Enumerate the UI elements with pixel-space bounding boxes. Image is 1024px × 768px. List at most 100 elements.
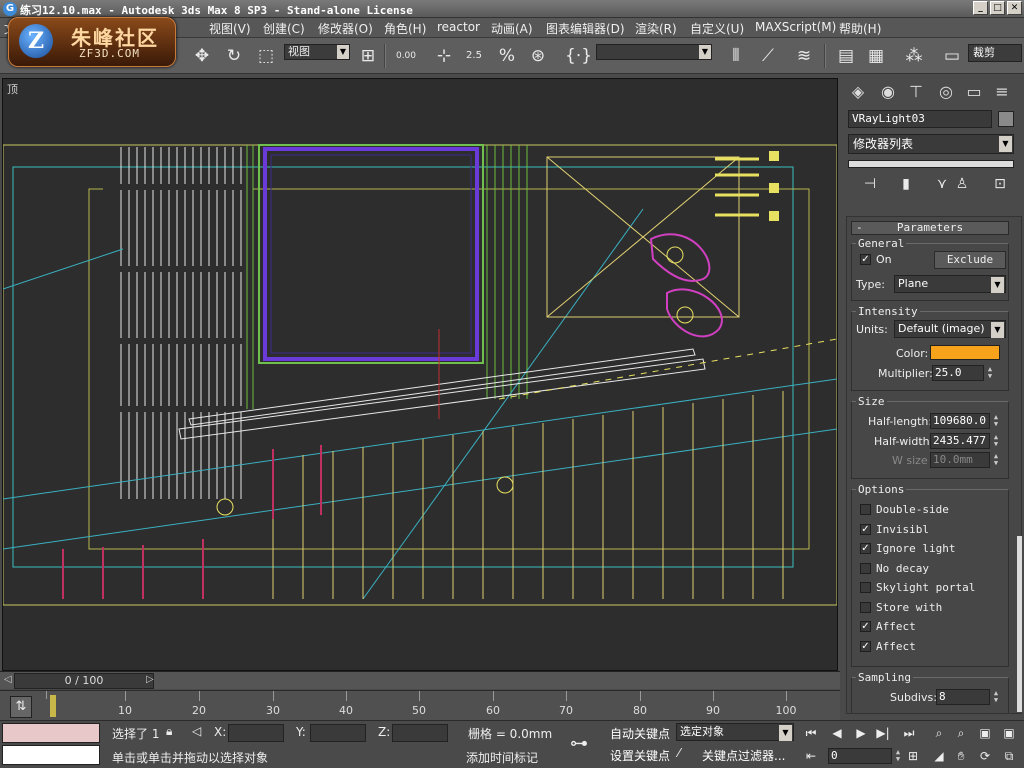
modify-tab-icon[interactable]: ◉	[876, 80, 900, 104]
utilities-tab-icon[interactable]: ≡	[990, 80, 1014, 104]
hierarchy-tab-icon[interactable]: ⊤	[904, 80, 928, 104]
set-key-icon[interactable]: ⊶	[570, 733, 588, 754]
time-slider[interactable]: 0 / 100	[14, 673, 154, 689]
render-type-dropdown[interactable]: 裁剪	[968, 44, 1022, 62]
double-side-checkbox[interactable]	[860, 504, 871, 515]
maximize-viewport-icon[interactable]: ⧉	[1000, 747, 1018, 765]
next-frame-button-icon[interactable]: ▶|	[874, 724, 892, 742]
minimize-button[interactable]: _	[973, 1, 988, 15]
maxscript-listener-white[interactable]	[2, 745, 100, 765]
named-selection-dropdown[interactable]: ▼	[596, 44, 712, 60]
menu-modifiers[interactable]: 修改器(O)	[318, 20, 373, 37]
object-name-field[interactable]: VRayLight03	[848, 110, 992, 128]
on-checkbox[interactable]: ✓	[860, 254, 871, 265]
spinner-snap-icon[interactable]: ⊛	[526, 44, 550, 68]
angle-snap-icon[interactable]: 2.5	[462, 44, 486, 68]
key-selection-dropdown[interactable]: 选定对象 ▼	[676, 723, 794, 741]
viewport-top[interactable]: 顶	[2, 78, 838, 671]
ignore-light-normals-checkbox[interactable]: ✓	[860, 543, 871, 554]
half-length-spinner[interactable]: 109680.0 ▲ ▼	[930, 413, 998, 429]
units-dropdown[interactable]: Default (image) ▼	[894, 320, 1006, 338]
x-coord-field[interactable]	[228, 724, 284, 742]
light-color-swatch[interactable]	[930, 345, 1000, 360]
percent-snap-icon[interactable]: %	[495, 44, 519, 68]
subdivs-spinner[interactable]: 8 ▲ ▼	[936, 689, 998, 705]
pin-stack-icon[interactable]: ⊣	[860, 174, 880, 194]
absolute-mode-icon[interactable]: ◁	[192, 724, 201, 738]
menu-create[interactable]: 创建(C)	[263, 20, 305, 37]
render-scene-icon[interactable]: ▭	[940, 44, 964, 68]
key-mode-toggle-icon[interactable]: ⇤	[802, 747, 820, 765]
set-key-button[interactable]: 设置关键点	[610, 747, 670, 764]
skylight-portal-checkbox[interactable]	[860, 582, 871, 593]
schematic-icon[interactable]: ▦	[864, 44, 888, 68]
maxscript-listener-pink[interactable]	[2, 723, 100, 743]
menu-reactor[interactable]: reactor	[437, 20, 480, 34]
pan-view-icon[interactable]: ✋︎	[952, 747, 970, 765]
material-editor-icon[interactable]: ⁂	[902, 44, 926, 68]
play-icon[interactable]: ▶	[852, 724, 870, 742]
track-bar[interactable]: ⇅ 10 20 30 40 50 60 70 80 90 100	[0, 690, 840, 720]
app-icon[interactable]: G	[3, 2, 17, 16]
prev-frame-icon[interactable]: ◁	[4, 674, 12, 685]
current-frame-field[interactable]: 0 ▲ ▼	[828, 748, 900, 764]
menu-character[interactable]: 角色(H)	[384, 20, 426, 37]
zoom-extents-icon[interactable]: ▣	[976, 724, 994, 742]
command-panel-scrollbar[interactable]	[1017, 536, 1022, 712]
edit-named-selection-icon[interactable]: {⋅}	[565, 44, 592, 68]
arc-rotate-icon[interactable]: ⟳	[976, 747, 994, 765]
key-filters-button[interactable]: 关键点过滤器...	[702, 747, 785, 764]
multiplier-spinner[interactable]: 25.0 ▲ ▼	[932, 365, 992, 381]
show-end-result-icon[interactable]: ▮	[896, 174, 916, 194]
reference-coord-dropdown[interactable]: 视图 ▼	[284, 44, 350, 60]
z-coord-field[interactable]	[392, 724, 448, 742]
maximize-button[interactable]: □	[990, 1, 1005, 15]
zoom-extents-all-icon[interactable]: ▣	[1000, 724, 1018, 742]
align-icon[interactable]: ⟋	[756, 44, 780, 68]
modifier-stack[interactable]	[848, 160, 1014, 168]
motion-tab-icon[interactable]: ◎	[934, 80, 958, 104]
curve-editor-icon[interactable]: ▤	[834, 44, 858, 68]
parameters-rollout-header[interactable]: - Parameters	[851, 221, 1009, 235]
time-configuration-icon[interactable]: ⊞	[904, 747, 922, 765]
menu-customize[interactable]: 自定义(U)	[690, 20, 744, 37]
remove-modifier-icon[interactable]: ♙	[952, 174, 972, 194]
make-unique-icon[interactable]: ⋎	[932, 174, 952, 194]
open-mini-curve-editor-icon[interactable]: ⇅	[10, 696, 32, 718]
default-in-out-tangent-icon[interactable]: ⁄	[678, 746, 680, 760]
auto-key-button[interactable]: 自动关键点	[610, 725, 670, 742]
menu-animation[interactable]: 动画(A)	[491, 20, 533, 37]
mirror-icon[interactable]: ⫴	[724, 44, 748, 68]
menu-maxscript[interactable]: MAXScript(M)	[755, 20, 836, 34]
menu-graph-editors[interactable]: 图表编辑器(D)	[546, 20, 625, 37]
affect-specular-checkbox[interactable]: ✓	[860, 641, 871, 652]
lock-selection-icon[interactable]: 🔒︎	[166, 724, 172, 739]
half-width-spinner[interactable]: 2435.477 ▲ ▼	[930, 433, 998, 449]
configure-modifier-sets-icon[interactable]: ⊡	[990, 174, 1010, 194]
field-of-view-icon[interactable]: ◢	[930, 747, 948, 765]
no-decay-checkbox[interactable]	[860, 563, 871, 574]
affect-diffuse-checkbox[interactable]: ✓	[860, 621, 871, 632]
previous-frame-icon[interactable]: ◀	[828, 724, 846, 742]
pivot-icon[interactable]: ⊞	[356, 44, 380, 68]
select-rotate-icon[interactable]: ↻	[222, 44, 246, 68]
current-frame-marker[interactable]	[50, 695, 56, 717]
type-dropdown[interactable]: Plane ▼	[894, 275, 1006, 293]
menu-views[interactable]: 视图(V)	[209, 20, 251, 37]
go-to-end-icon[interactable]: ⏭	[900, 724, 918, 742]
object-color-swatch[interactable]	[998, 111, 1014, 127]
add-time-tag[interactable]: 添加时间标记	[466, 749, 538, 766]
snap-icon[interactable]: ⊹	[432, 44, 456, 68]
close-button[interactable]: ✕	[1007, 1, 1022, 15]
zoom-icon[interactable]: ⌕	[930, 724, 948, 742]
layer-icon[interactable]: ≋	[792, 44, 816, 68]
frame-ruler[interactable]: 10 20 30 40 50 60 70 80 90 100	[46, 691, 836, 721]
go-to-start-icon[interactable]: ⏮	[802, 724, 820, 742]
invisible-checkbox[interactable]: ✓	[860, 524, 871, 535]
display-tab-icon[interactable]: ▭	[962, 80, 986, 104]
select-scale-icon[interactable]: ⬚	[254, 44, 278, 68]
w-size-spinner[interactable]: 10.0mm ▲ ▼	[930, 452, 998, 468]
exclude-button[interactable]: Exclude	[934, 251, 1006, 269]
y-coord-field[interactable]	[310, 724, 366, 742]
create-tab-icon[interactable]: ◈	[846, 80, 870, 104]
